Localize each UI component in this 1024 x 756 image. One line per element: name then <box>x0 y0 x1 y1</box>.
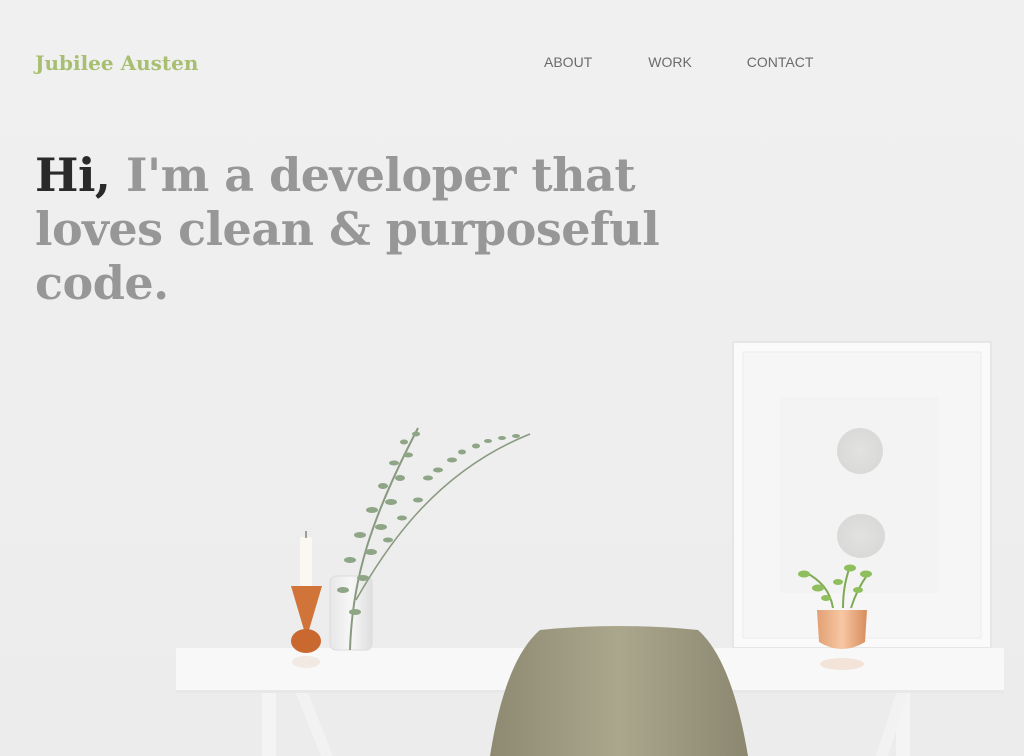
picture-frame <box>732 341 992 649</box>
brand-logo[interactable]: Jubilee Austen <box>35 49 198 77</box>
hero-heading: Hi, I'm a developer that loves clean & pu… <box>35 148 675 310</box>
hero-line3: code. <box>35 256 169 310</box>
hero-greeting: Hi, <box>35 148 111 202</box>
desk-scene-illustration <box>176 341 1004 756</box>
chair <box>490 626 748 756</box>
nav-about-link[interactable]: ABOUT <box>544 52 592 72</box>
hero-line1: I'm a developer that <box>125 148 636 202</box>
nav-contact-link[interactable]: CONTACT <box>747 52 814 72</box>
vase-with-branches <box>329 427 531 651</box>
portfolio-page: Jubilee Austen ABOUT WORK CONTACT Hi, I'… <box>0 0 1024 756</box>
hero-line2: loves clean & purposeful <box>35 202 660 256</box>
nav-work-link[interactable]: WORK <box>648 52 692 72</box>
candle-holder <box>291 531 322 668</box>
main-nav: ABOUT WORK CONTACT <box>544 52 813 72</box>
